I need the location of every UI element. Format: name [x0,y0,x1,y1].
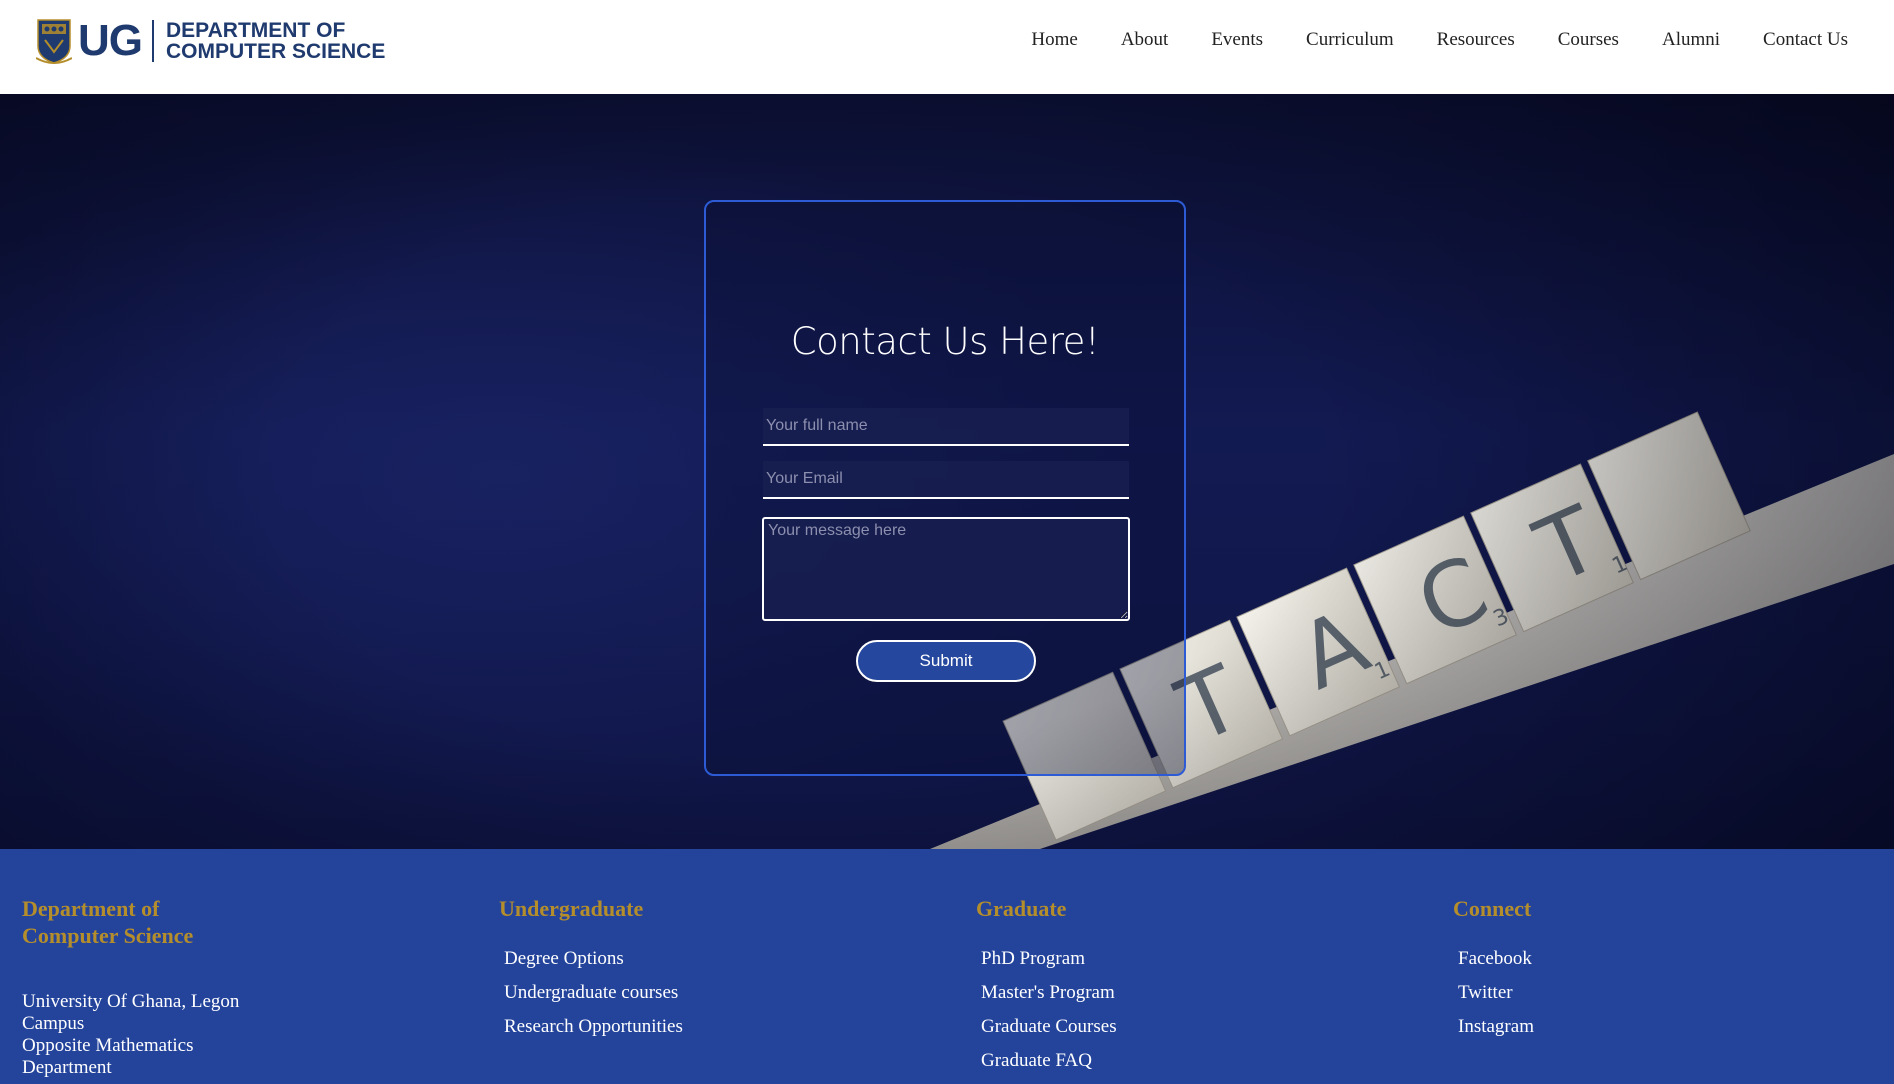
footer-department-column: Department of Computer Science Universit… [22,895,262,1079]
footer-link-research-opportunities[interactable]: Research Opportunities [504,1010,683,1044]
nav-resources[interactable]: Resources [1437,27,1515,53]
nav-curriculum[interactable]: Curriculum [1306,27,1394,53]
address-line: Opposite Mathematics [22,1035,194,1056]
nav-courses[interactable]: Courses [1558,27,1619,53]
footer-graduate-heading: Graduate [976,896,1067,921]
page: UG DEPARTMENT OF COMPUTER SCIENCE Home A… [0,0,1894,1084]
site-footer: Department of Computer Science Universit… [0,849,1894,1084]
footer-link-phd-program[interactable]: PhD Program [981,942,1117,976]
logo-department-name: DEPARTMENT OF COMPUTER SCIENCE [166,20,385,62]
message-textarea[interactable] [762,517,1130,621]
footer-link-graduate-faq[interactable]: Graduate FAQ [981,1044,1117,1078]
university-crest-icon [35,18,73,64]
footer-undergraduate-links: Degree Options Undergraduate courses Res… [504,942,683,1044]
footer-link-graduate-courses[interactable]: Graduate Courses [981,1010,1117,1044]
footer-department-heading: Department of Computer Science [22,895,262,949]
footer-link-instagram[interactable]: Instagram [1458,1010,1534,1044]
footer-link-masters-program[interactable]: Master's Program [981,976,1117,1010]
footer-link-twitter[interactable]: Twitter [1458,976,1534,1010]
logo-line-2: COMPUTER SCIENCE [166,40,386,63]
footer-connect-column: Connect Facebook Twitter Instagram [1453,895,1534,1044]
footer-link-facebook[interactable]: Facebook [1458,942,1534,976]
nav-alumni[interactable]: Alumni [1662,27,1720,53]
footer-department-heading-line-2: Computer Science [22,923,194,948]
site-header: UG DEPARTMENT OF COMPUTER SCIENCE Home A… [0,0,1894,94]
nav-contact-us[interactable]: Contact Us [1763,27,1848,53]
site-logo[interactable]: UG DEPARTMENT OF COMPUTER SCIENCE [35,16,385,65]
hero-section: T A 1 C 3 T 1 Contact Us Here! Submit [0,94,1894,849]
footer-address: University Of Ghana, Legon Campus Opposi… [22,991,262,1079]
logo-line-1: DEPARTMENT OF [166,19,346,42]
contact-form-title: Contact Us Here! [790,320,1100,363]
footer-connect-links: Facebook Twitter Instagram [1458,942,1534,1044]
contact-form-card: Contact Us Here! Submit [704,200,1186,776]
logo-divider [152,20,154,62]
footer-graduate-links: PhD Program Master's Program Graduate Co… [981,942,1117,1078]
submit-button[interactable]: Submit [856,640,1036,682]
footer-undergraduate-heading: Undergraduate [499,896,644,921]
email-input[interactable] [763,461,1129,499]
footer-link-degree-options[interactable]: Degree Options [504,942,683,976]
nav-home[interactable]: Home [1031,27,1077,53]
footer-link-undergraduate-courses[interactable]: Undergraduate courses [504,976,683,1010]
logo-mark: UG [78,16,143,65]
footer-connect-heading: Connect [1453,896,1532,921]
footer-department-heading-line-1: Department of [22,896,160,921]
nav-about[interactable]: About [1121,27,1169,53]
footer-graduate-column: Graduate PhD Program Master's Program Gr… [976,895,1117,1078]
full-name-input[interactable] [763,408,1129,446]
nav-events[interactable]: Events [1211,27,1263,53]
address-line: University Of Ghana, Legon [22,991,240,1012]
address-line: Department [22,1057,112,1078]
address-line: Campus [22,1013,85,1034]
main-nav: Home About Events Curriculum Resources C… [988,27,1848,53]
footer-undergraduate-column: Undergraduate Degree Options Undergradua… [499,895,683,1044]
